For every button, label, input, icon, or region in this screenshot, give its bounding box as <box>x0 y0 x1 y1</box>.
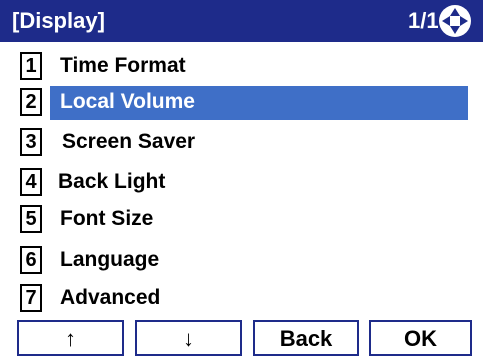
softkey-ok-button[interactable]: OK <box>369 320 472 356</box>
menu-item-label: Advanced <box>60 286 161 309</box>
menu-item-language[interactable]: 6 Language <box>0 244 483 278</box>
menu-item-back-light[interactable]: 4 Back Light <box>0 166 483 200</box>
menu-item-number: 3 <box>20 128 42 156</box>
menu-item-time-format[interactable]: 1 Time Format <box>0 50 483 84</box>
menu-item-label: Screen Saver <box>62 130 196 153</box>
softkey-down-button[interactable]: ↓ <box>135 320 242 356</box>
menu-item-number: 4 <box>20 168 42 196</box>
menu-item-label: Language <box>60 248 160 271</box>
menu-item-number: 1 <box>20 52 42 80</box>
menu-item-number: 7 <box>20 284 42 312</box>
title-bar: [Display] 1/1 <box>0 0 483 42</box>
menu-item-label: Font Size <box>60 207 154 230</box>
menu-item-label: Time Format <box>60 54 186 77</box>
menu-item-number: 2 <box>20 88 42 116</box>
menu-item-local-volume[interactable]: 2 Local Volume <box>0 86 483 120</box>
screen-title: [Display] <box>12 8 105 33</box>
menu-item-number: 6 <box>20 246 42 274</box>
softkey-back-button[interactable]: Back <box>253 320 359 356</box>
menu-item-screen-saver[interactable]: 3 Screen Saver <box>0 126 483 160</box>
menu-item-label: Back Light <box>58 170 166 193</box>
menu-item-font-size[interactable]: 5 Font Size <box>0 203 483 237</box>
four-way-arrow-icon <box>439 5 471 37</box>
menu-item-advanced[interactable]: 7 Advanced <box>0 282 483 316</box>
softkey-up-button[interactable]: ↑ <box>17 320 124 356</box>
menu-item-number: 5 <box>20 205 42 233</box>
menu-item-label: Local Volume <box>60 90 195 113</box>
page-indicator: 1/1 <box>408 8 439 33</box>
softkey-bar: ↑ ↓ Back OK <box>0 320 483 357</box>
